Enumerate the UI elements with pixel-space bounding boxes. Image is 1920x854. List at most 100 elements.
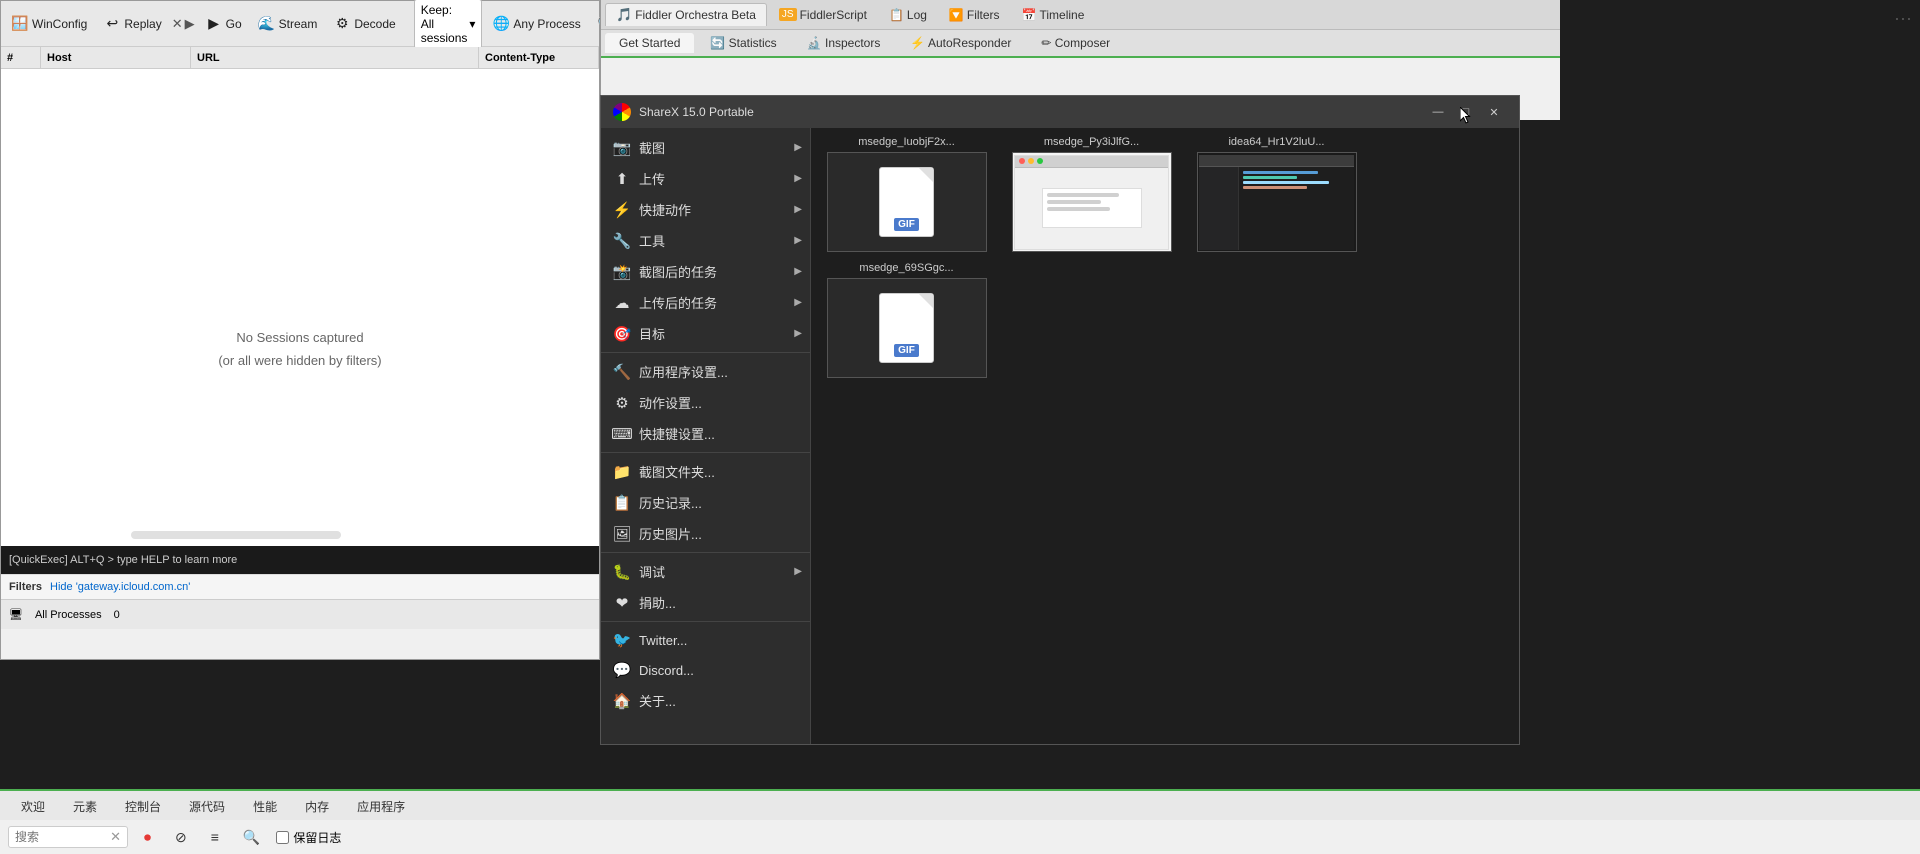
menu-item-about[interactable]: 🏠 关于...	[601, 685, 810, 716]
devtools-tab-元素[interactable]: 元素	[60, 793, 110, 820]
replay-button[interactable]: ↩ Replay	[97, 12, 167, 36]
menu-item-donate[interactable]: ❤ 捐助...	[601, 587, 810, 618]
menu-item-tools[interactable]: 🔧 工具 ▶	[601, 225, 810, 256]
menu-icon-capture-folder: 📁	[613, 463, 631, 481]
maximize-button[interactable]: □	[1453, 102, 1479, 122]
replay-icon: ↩	[103, 15, 121, 33]
devtools-tab-应用程序[interactable]: 应用程序	[344, 793, 418, 820]
menu-icon-upload: ⬆	[613, 170, 631, 188]
sessions-scrollbar[interactable]	[131, 531, 341, 539]
preserve-log-label[interactable]: 保留日志	[276, 829, 341, 846]
menu-item-quick-actions[interactable]: ⚡ 快捷动作 ▶	[601, 194, 810, 225]
menu-icon-quick-actions: ⚡	[613, 201, 631, 219]
subtab-autoresponder[interactable]: ⚡ AutoResponder	[896, 33, 1025, 53]
devtools-tab-控制台[interactable]: 控制台	[112, 793, 174, 820]
menu-separator-7	[601, 352, 810, 353]
menu-item-history-images[interactable]: 🖼 历史图片...	[601, 518, 810, 549]
tab-log[interactable]: 📋 Log	[879, 5, 937, 25]
sharex-context-menu: 📷 截图 ▶ ⬆ 上传 ▶ ⚡ 快捷动作 ▶ 🔧 工具 ▶ 📸 截图后的任务 ▶…	[601, 128, 811, 744]
tab-timeline[interactable]: 📅 Timeline	[1012, 5, 1095, 25]
menu-item-after-capture[interactable]: 📸 截图后的任务 ▶	[601, 256, 810, 287]
minimize-button[interactable]: —	[1425, 102, 1451, 122]
winconfig-button[interactable]: 🪟 WinConfig	[5, 12, 93, 36]
thumbnail-image-thumb3	[1197, 152, 1357, 252]
search-log-button[interactable]: 🔍	[235, 826, 268, 849]
menu-item-capture[interactable]: 📷 截图 ▶	[601, 132, 810, 163]
tab-fiddler-orchestra[interactable]: 🎵 Fiddler Orchestra Beta	[605, 3, 767, 26]
subtab-inspectors[interactable]: 🔬 Inspectors	[793, 33, 895, 53]
menu-icon-action-settings: ⚙	[613, 394, 631, 412]
menu-icon-discord: 💬	[613, 661, 631, 679]
thumbnail-thumb4[interactable]: msedge_69SGgc... GIF	[819, 262, 994, 378]
sharex-title: ShareX 15.0 Portable	[639, 105, 1417, 119]
preserve-log-checkbox[interactable]	[276, 831, 289, 844]
autoresponder-icon: ⚡	[910, 36, 925, 50]
close-button[interactable]: ✕	[1481, 102, 1507, 122]
menu-item-discord[interactable]: 💬 Discord...	[601, 655, 810, 685]
decode-icon: ⚙	[333, 15, 351, 33]
three-dots-menu[interactable]: ···	[1894, 8, 1912, 29]
search-input[interactable]	[15, 830, 105, 844]
submenu-arrow-destinations: ▶	[794, 328, 802, 339]
fiddler-tabs-row: 🎵 Fiddler Orchestra Beta JS FiddlerScrip…	[601, 0, 1560, 30]
menu-item-action-settings[interactable]: ⚙ 动作设置...	[601, 387, 810, 418]
thumbnail-thumb3[interactable]: idea64_Hr1V2luU...	[1189, 136, 1364, 252]
menu-icon-app-settings: 🔨	[613, 363, 631, 381]
any-process-button[interactable]: 🌐 Any Process	[486, 12, 586, 36]
search-log-icon: 🔍	[243, 829, 260, 846]
replay-dropdown-icon[interactable]: ✕	[172, 16, 183, 32]
menu-label-history: 历史记录...	[639, 493, 702, 512]
devtools-tabs: 欢迎元素控制台源代码性能内存应用程序	[0, 791, 1920, 820]
tab-fiddlerscript[interactable]: JS FiddlerScript	[769, 5, 877, 25]
log-icon: 📋	[889, 8, 904, 22]
dropdown-arrow-icon: ▾	[469, 17, 475, 31]
keep-dropdown[interactable]: Keep: All sessions ▾	[414, 0, 483, 49]
menu-item-destinations[interactable]: 🎯 目标 ▶	[601, 318, 810, 349]
menu-item-hotkey-settings[interactable]: ⌨ 快捷键设置...	[601, 418, 810, 449]
menu-separator-tw-15	[601, 621, 810, 622]
record-button[interactable]: ⏺	[136, 826, 159, 849]
go-button[interactable]: ▶ Go	[199, 12, 248, 36]
thumbnail-row: msedge_IuobjF2x... GIF msedge_Py3iJlfG..…	[819, 136, 1511, 378]
decode-button[interactable]: ⚙ Decode	[327, 12, 401, 36]
filters-icon: 🔽	[949, 8, 964, 22]
subtab-composer[interactable]: ✏ Composer	[1027, 33, 1124, 53]
thumbnail-thumb1[interactable]: msedge_IuobjF2x... GIF	[819, 136, 994, 252]
quickexec-bar: [QuickExec] ALT+Q > type HELP to learn m…	[1, 546, 599, 574]
devtools-tab-性能[interactable]: 性能	[240, 793, 290, 820]
filter-button[interactable]: ≡	[203, 826, 227, 848]
submenu-arrow-debug: ▶	[794, 566, 802, 577]
stream-icon: 🌊	[258, 15, 276, 33]
subtab-statistics[interactable]: 🔄 Statistics	[696, 33, 790, 53]
sharex-logo-icon	[613, 103, 631, 121]
replay-arrow-icon[interactable]: ▶	[185, 16, 195, 32]
stop-button[interactable]: ⊘	[167, 826, 195, 849]
process-icon: 🌐	[492, 15, 510, 33]
subtab-get-started[interactable]: Get Started	[605, 33, 694, 53]
sharex-content: 📷 截图 ▶ ⬆ 上传 ▶ ⚡ 快捷动作 ▶ 🔧 工具 ▶ 📸 截图后的任务 ▶…	[601, 128, 1519, 744]
tab-filters[interactable]: 🔽 Filters	[939, 5, 1010, 25]
js-icon: JS	[779, 8, 797, 21]
thumbnail-label-thumb1: msedge_IuobjF2x...	[819, 136, 994, 148]
menu-item-after-upload[interactable]: ☁ 上传后的任务 ▶	[601, 287, 810, 318]
menu-label-tools: 工具	[639, 231, 665, 250]
go-icon: ▶	[205, 15, 223, 33]
search-container[interactable]: ✕	[8, 826, 128, 848]
clear-search-icon[interactable]: ✕	[110, 829, 121, 845]
menu-separator-dbg-13	[601, 552, 810, 553]
devtools-tab-内存[interactable]: 内存	[292, 793, 342, 820]
thumbnail-image-thumb2	[1012, 152, 1172, 252]
menu-item-twitter[interactable]: 🐦 Twitter...	[601, 625, 810, 655]
thumbnail-thumb2[interactable]: msedge_Py3iJlfG...	[1004, 136, 1179, 252]
stream-button[interactable]: 🌊 Stream	[252, 12, 324, 36]
menu-item-capture-folder[interactable]: 📁 截图文件夹...	[601, 456, 810, 487]
devtools-tab-源代码[interactable]: 源代码	[176, 793, 238, 820]
monitor-icon: 🖥	[9, 608, 23, 621]
menu-item-debug[interactable]: 🐛 调试 ▶	[601, 556, 810, 587]
menu-item-upload[interactable]: ⬆ 上传 ▶	[601, 163, 810, 194]
submenu-arrow-upload: ▶	[794, 173, 802, 184]
fiddler-status-bar: 🖥 All Processes 0	[1, 599, 599, 629]
menu-item-app-settings[interactable]: 🔨 应用程序设置...	[601, 356, 810, 387]
menu-item-history[interactable]: 📋 历史记录...	[601, 487, 810, 518]
devtools-tab-欢迎[interactable]: 欢迎	[8, 793, 58, 820]
